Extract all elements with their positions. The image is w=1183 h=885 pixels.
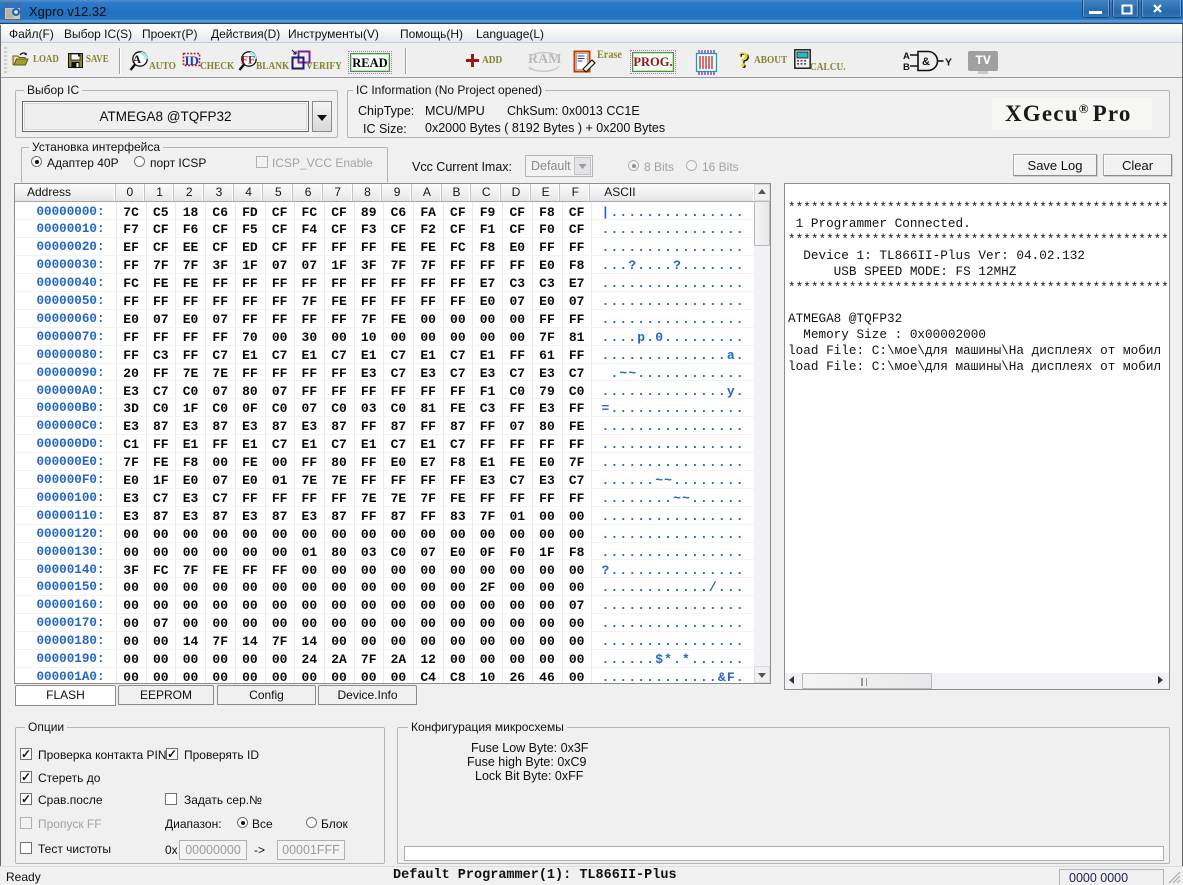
svg-text:B: B	[903, 62, 910, 72]
svg-text:&: &	[922, 56, 930, 68]
svg-text:?: ?	[738, 49, 749, 72]
svg-text:Y: Y	[945, 57, 952, 69]
svg-text:FF: FF	[241, 55, 255, 67]
svg-text:A: A	[133, 52, 142, 66]
svg-text:A: A	[903, 51, 910, 62]
svg-text:ID: ID	[185, 53, 199, 68]
